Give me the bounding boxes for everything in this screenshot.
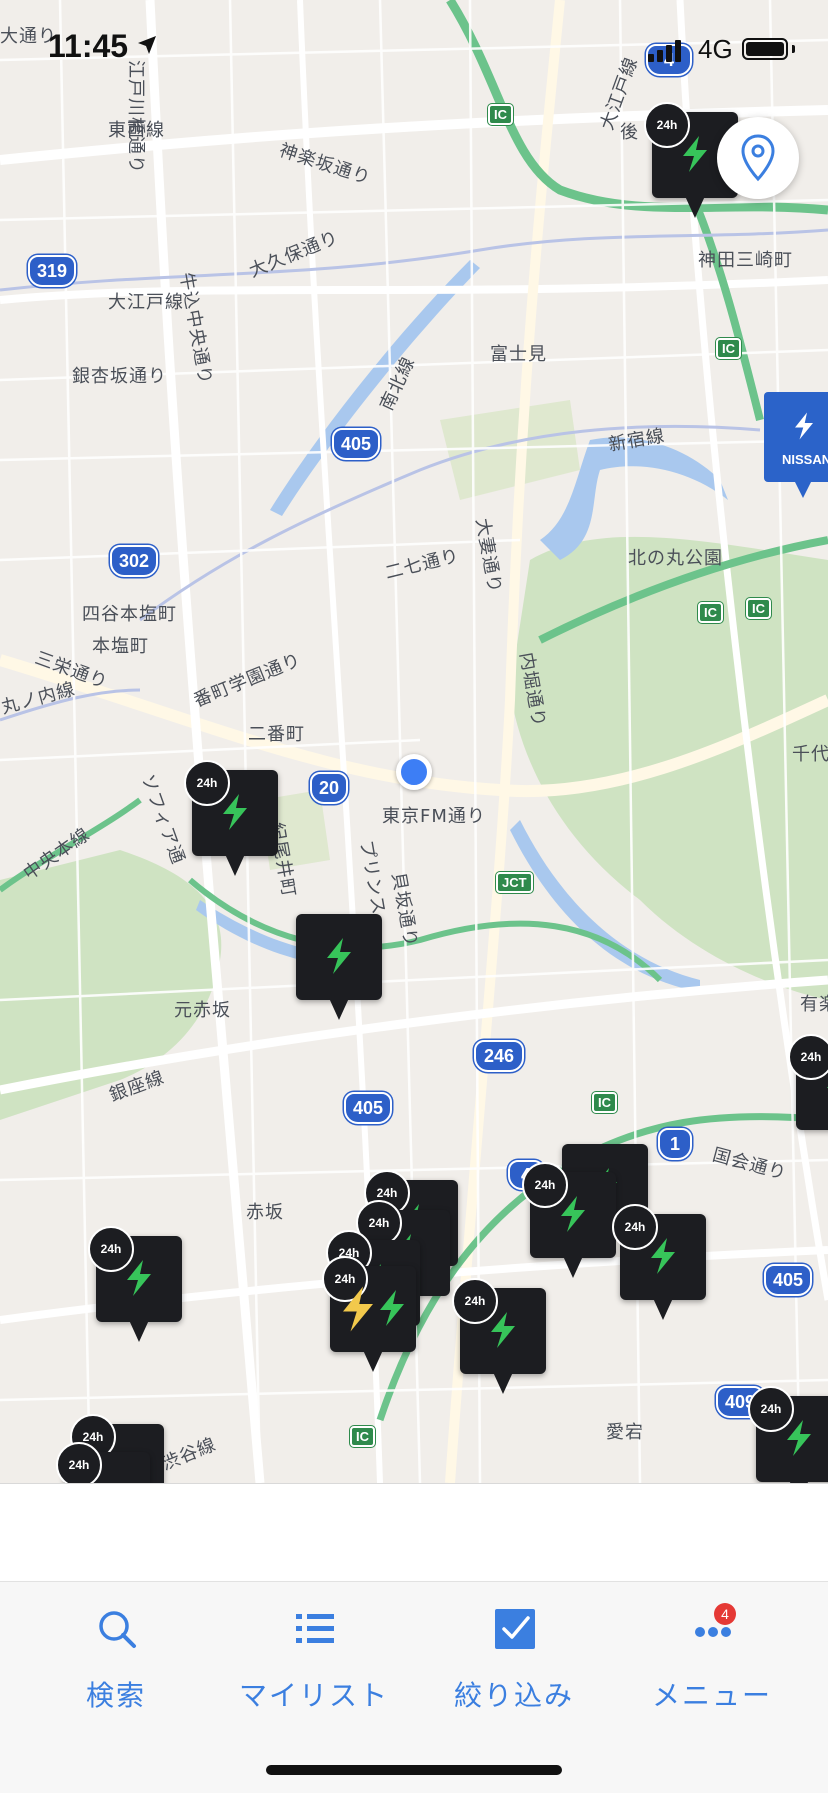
route-shield: 1 bbox=[658, 1128, 692, 1160]
tab-filter[interactable]: 絞り込み bbox=[414, 1600, 614, 1720]
tab-bar: 検索 マイリスト 絞り込み メニュー bbox=[0, 1581, 828, 1793]
route-shield: 405 bbox=[764, 1264, 812, 1296]
24h-badge-text: 24h bbox=[100, 1242, 122, 1256]
route-shield: 20 bbox=[310, 772, 348, 804]
nissan-dealer-marker[interactable]: NISSAN bbox=[764, 392, 828, 498]
lightning-bolt-icon bbox=[380, 1290, 404, 1326]
map-label: 千代 bbox=[792, 744, 828, 765]
tab-search-label: 検索 bbox=[85, 1679, 146, 1712]
map-label: 有楽 bbox=[800, 994, 828, 1015]
24h-badge-text: 24h bbox=[368, 1216, 390, 1230]
location-arrow-icon bbox=[138, 36, 156, 54]
lightning-bolt-icon bbox=[651, 1238, 675, 1274]
tab-search[interactable]: 検索 bbox=[16, 1600, 216, 1720]
24h-badge-text: 24h bbox=[82, 1430, 104, 1444]
menu-notification-badge: 4 bbox=[714, 1603, 736, 1625]
24h-badge: 24h bbox=[56, 1442, 102, 1483]
24h-badge-text: 24h bbox=[196, 776, 218, 790]
cellular-signal-icon bbox=[648, 40, 681, 62]
route-shield: 405 bbox=[344, 1092, 392, 1124]
fast-charging-station-marker[interactable]: 24h bbox=[322, 1256, 416, 1372]
network-type: 4G bbox=[698, 34, 733, 64]
home-indicator[interactable] bbox=[266, 1765, 562, 1775]
route-shield: 319 bbox=[28, 255, 76, 287]
status-bar: 11:45 4G bbox=[0, 0, 828, 100]
map-label: 東京FM通り bbox=[382, 806, 486, 827]
status-time: 11:45 bbox=[48, 28, 129, 64]
map-label: 銀杏坂通り bbox=[72, 366, 167, 387]
24h-badge-text: 24h bbox=[534, 1178, 556, 1192]
lightning-bolt-icon bbox=[491, 1312, 515, 1348]
map-label: 愛宕 bbox=[606, 1422, 644, 1443]
current-location-button[interactable] bbox=[717, 117, 799, 199]
24h-badge-text: 24h bbox=[624, 1220, 646, 1234]
24h-badge: 24h bbox=[788, 1034, 828, 1080]
lightning-bolt-icon bbox=[327, 938, 351, 974]
battery-level bbox=[746, 42, 784, 56]
filter-checkbox-icon bbox=[495, 1609, 535, 1649]
fast-charge-bolt-icon bbox=[343, 1286, 373, 1332]
interchange-tag: IC bbox=[698, 602, 723, 623]
lightning-bolt-icon bbox=[827, 1086, 828, 1088]
tab-filter-label: 絞り込み bbox=[453, 1679, 574, 1712]
map-view[interactable]: 大通り 江戸川橋通り 東西線 神楽坂通り 大久保通り 大江戸線 牛込中央通り 銀… bbox=[0, 0, 828, 1483]
nissan-label: NISSAN bbox=[782, 452, 828, 467]
map-label: 富士見 bbox=[490, 344, 547, 365]
map-label: 神田三崎町 bbox=[698, 250, 793, 271]
charging-station-marker[interactable]: 24h bbox=[788, 1034, 828, 1130]
charging-station-marker[interactable]: 24h bbox=[56, 1442, 150, 1483]
lightning-bolt-icon bbox=[127, 1260, 151, 1296]
charging-station-marker[interactable]: 24h bbox=[612, 1204, 706, 1320]
station-info-panel[interactable] bbox=[0, 1483, 828, 1582]
interchange-tag: IC bbox=[716, 338, 741, 359]
charging-station-marker[interactable]: 24h bbox=[88, 1226, 182, 1342]
24h-badge-text: 24h bbox=[464, 1294, 486, 1308]
24h-badge-text: 24h bbox=[376, 1186, 398, 1200]
battery-cap bbox=[792, 45, 795, 53]
tab-menu-label: メニュー bbox=[651, 1679, 772, 1712]
route-shield: 405 bbox=[332, 428, 380, 460]
tab-mylist[interactable]: マイリスト bbox=[214, 1600, 414, 1720]
lightning-bolt-icon bbox=[683, 136, 707, 172]
search-icon bbox=[99, 1611, 136, 1648]
route-shield: 302 bbox=[110, 545, 158, 577]
map-label: 赤坂 bbox=[246, 1202, 284, 1223]
interchange-tag: IC bbox=[350, 1426, 375, 1447]
lightning-bolt-icon bbox=[787, 1420, 811, 1456]
24h-badge-text: 24h bbox=[656, 118, 678, 132]
junction-tag: JCT bbox=[496, 872, 533, 893]
charging-station-marker[interactable] bbox=[296, 914, 382, 1020]
map-label: 本塩町 bbox=[92, 636, 149, 657]
location-pin-icon bbox=[741, 134, 775, 182]
24h-badge-text: 24h bbox=[760, 1402, 782, 1416]
map-label: 四谷本塩町 bbox=[82, 604, 177, 625]
charging-station-marker[interactable]: 24h bbox=[184, 760, 278, 876]
charging-station-marker[interactable]: 24h bbox=[452, 1278, 546, 1394]
map-label: 北の丸公園 bbox=[628, 548, 723, 569]
tab-menu[interactable]: メニュー bbox=[612, 1600, 812, 1720]
interchange-tag: IC bbox=[592, 1092, 617, 1113]
battery-icon bbox=[742, 38, 788, 60]
tab-mylist-label: マイリスト bbox=[238, 1679, 389, 1712]
map-label: 二番町 bbox=[248, 724, 305, 745]
interchange-tag: IC bbox=[488, 104, 513, 125]
list-icon bbox=[296, 1614, 334, 1643]
lightning-bolt-icon bbox=[223, 794, 247, 830]
current-location-dot bbox=[396, 754, 432, 790]
24h-badge-text: 24h bbox=[800, 1050, 822, 1064]
lightning-bolt-icon bbox=[795, 412, 813, 440]
map-label: 元赤坂 bbox=[174, 1000, 231, 1021]
charging-station-marker[interactable]: 24h bbox=[748, 1386, 828, 1483]
map-label: 後 bbox=[620, 122, 639, 143]
interchange-tag: IC bbox=[746, 598, 771, 619]
map-label: 東西線 bbox=[108, 120, 165, 141]
lightning-bolt-icon bbox=[561, 1196, 585, 1232]
route-shield: 246 bbox=[474, 1040, 524, 1072]
24h-badge-text: 24h bbox=[68, 1458, 90, 1472]
map-label: 大江戸線 bbox=[108, 292, 184, 313]
charging-station-marker[interactable]: 24h bbox=[522, 1162, 616, 1278]
